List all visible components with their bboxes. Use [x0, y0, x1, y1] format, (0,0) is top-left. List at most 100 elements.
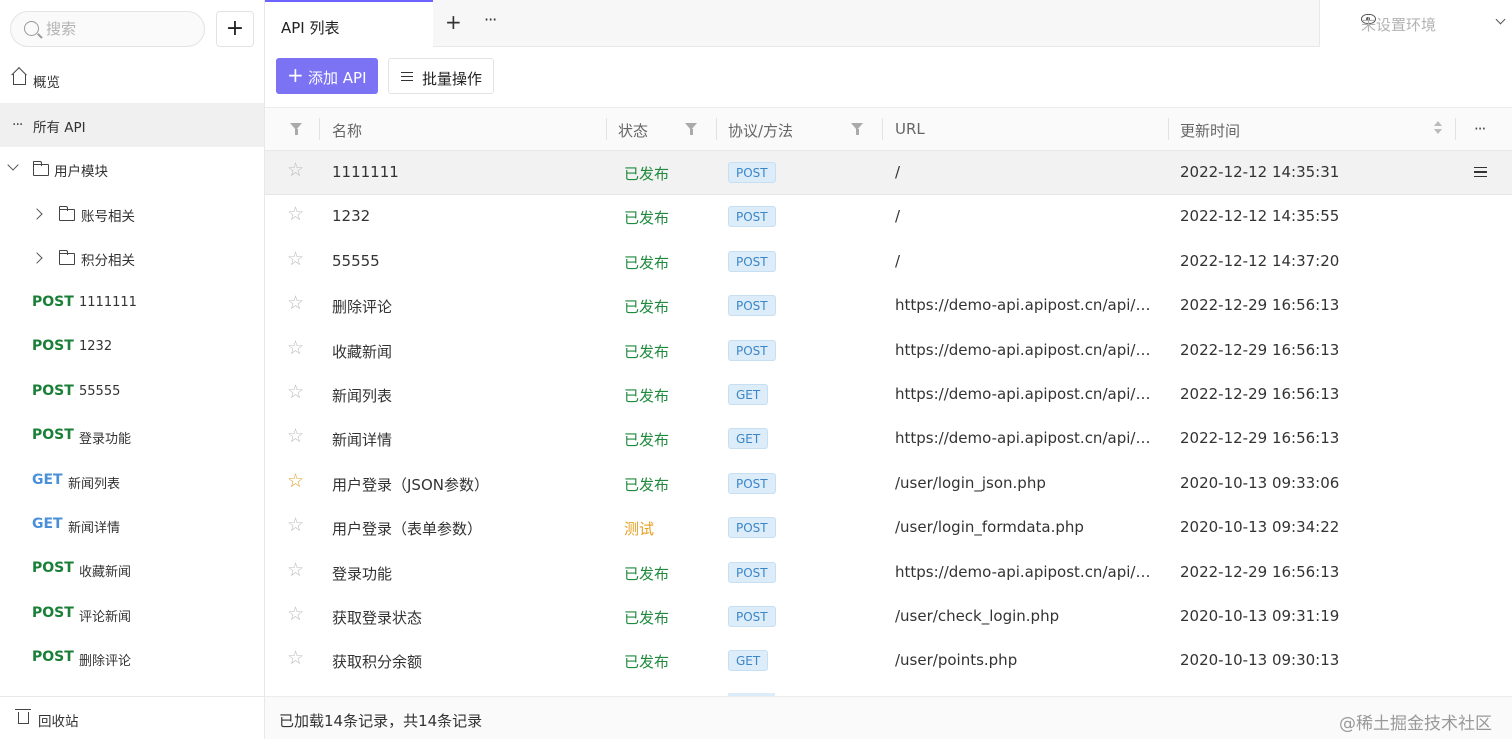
table-body: ☆ 1111111 已发布 POST / 2022-12-12 14:35:31 ☆ 1232… [265, 151, 1512, 696]
table-row[interactable]: ☆ 55555 已发布 POST / 2022-12-12 14:37:20 [265, 240, 1512, 284]
star-icon[interactable]: ☆ [287, 161, 304, 180]
table-row[interactable]: ☆ 新闻详情 已发布 GET https://demo-api.apipost.cn/a… [265, 417, 1512, 461]
method-tag: POST [728, 606, 776, 627]
api-method: POST [32, 560, 74, 577]
nav-overview[interactable]: 概览 [0, 58, 264, 102]
table-row[interactable]: ☆ 用户登录（表单参数） 测试 POST/user/login_formdata.ph… [265, 506, 1512, 550]
header-method[interactable]: 协议/方法 [728, 120, 793, 141]
api-name: 1111111 [79, 295, 137, 310]
column-divider [882, 118, 883, 140]
tree-folder-account[interactable]: 账号相关 [0, 192, 264, 236]
more-icon[interactable]: ··· [484, 10, 497, 29]
api-method: POST [32, 427, 74, 444]
header-updated[interactable]: 更新时间 [1180, 120, 1240, 141]
header-status[interactable]: 状态 [618, 120, 648, 141]
tree-folder-label: 积分相关 [81, 253, 135, 269]
add-item-button[interactable]: + [216, 11, 254, 47]
star-icon[interactable]: ☆ [287, 249, 304, 269]
table-row[interactable]: ☆ 新闻列表 已发布 GET https://demo-api.apipost.cn/a… [265, 373, 1512, 417]
table-row[interactable]: ☆ 收藏新闻 已发布 POST https://demo-api.apipost.cn/… [265, 329, 1512, 373]
search-input[interactable] [46, 18, 196, 40]
star-icon[interactable]: ☆ [287, 560, 304, 580]
table-row[interactable]: ☆ 1111111 已发布 POST / 2022-12-12 14:35:31 [265, 151, 1512, 196]
cell-name: 新闻列表 [332, 387, 393, 405]
star-icon[interactable]: ☆ [287, 649, 304, 668]
status-badge: 已发布 [624, 653, 670, 672]
sort-icon[interactable] [1434, 121, 1442, 137]
cell-url: /user/check_login.php [895, 607, 1060, 625]
nav-all-api[interactable]: ··· 所有 API [0, 103, 264, 147]
env-select[interactable]: 未设置环境 [1319, 0, 1512, 47]
sidebar-api-item[interactable]: POST 评论新闻 [0, 592, 264, 636]
star-icon[interactable]: ☆ [287, 383, 304, 402]
trash-icon [15, 709, 31, 724]
status-badge: 已发布 [624, 431, 670, 450]
star-icon[interactable]: ☆ [287, 605, 304, 624]
cell-name: 获取积分余额 [332, 653, 423, 672]
filter-icon[interactable] [851, 123, 863, 135]
star-icon[interactable]: ☆ [287, 427, 304, 446]
sidebar-api-item[interactable]: POST 55555 [0, 370, 264, 414]
api-name: 新闻详情 [68, 521, 121, 536]
trash-link[interactable]: 回收站 [0, 696, 264, 739]
column-divider [716, 118, 717, 140]
table-row[interactable]: ☆ 获取积分余额 已发布 GET/user/points.php 2020-10-13 … [265, 639, 1512, 683]
sidebar-api-item[interactable]: GET 新闻详情 [0, 503, 264, 547]
toolbar: + 添加 API 批量操作 [265, 47, 1512, 107]
add-api-button[interactable]: + 添加 API [276, 58, 378, 94]
cell-url: /user/points.php [895, 651, 1018, 670]
env-placeholder: 未设置环境 [1361, 16, 1437, 34]
sidebar-api-item[interactable]: POST 收藏新闻 [0, 547, 264, 591]
cell-updated-time: 2020-10-13 09:31:19 [1180, 607, 1340, 625]
tree-folder-points[interactable]: 积分相关 [0, 236, 264, 280]
folder-icon [58, 206, 75, 221]
cell-url: https://demo-api.apipost.cn/api/de... [895, 429, 1155, 448]
sidebar-api-item[interactable]: POST 1111111 [0, 281, 264, 325]
star-icon[interactable]: ☆ [287, 471, 304, 491]
header-url[interactable]: URL [895, 120, 925, 138]
filter-icon[interactable] [290, 123, 302, 135]
api-name: 收藏新闻 [79, 565, 132, 581]
menu-icon[interactable] [1474, 167, 1487, 177]
cell-updated-time: 2022-12-29 16:56:13 [1180, 296, 1340, 315]
star-icon[interactable]: ☆ [287, 205, 304, 224]
sidebar-api-item[interactable]: POST 删除评论 [0, 636, 264, 680]
status-badge: 已发布 [624, 253, 670, 272]
table-row[interactable]: ☆ 登录功能 已发布 POST https://demo-api.apipost.cn/… [265, 551, 1512, 595]
api-name: 1232 [79, 339, 113, 355]
method-tag: POST [728, 561, 776, 583]
header-name[interactable]: 名称 [332, 120, 362, 141]
cell-name: 收藏新闻 [332, 342, 393, 361]
more-icon[interactable]: ··· [1474, 120, 1486, 138]
batch-operation-button[interactable]: 批量操作 [388, 58, 494, 94]
cell-updated-time: 2022-12-12 14:37:20 [1180, 251, 1340, 270]
folder-icon [58, 250, 75, 265]
star-icon[interactable]: ☆ [287, 294, 304, 313]
sidebar-api-item[interactable]: POST 1232 [0, 325, 264, 369]
method-tag: POST [728, 250, 776, 272]
api-name: 评论新闻 [79, 609, 132, 625]
tab-api-list[interactable]: API 列表 [265, 0, 433, 48]
table-row[interactable]: ☆ 删除评论 已发布 POST https://demo-api.apipost.cn/… [265, 284, 1512, 328]
main-area: API 列表 + ··· 未设置环境 + 添加 API 批量操作 名称 状态 协… [265, 0, 1512, 739]
table-row[interactable]: ☆ 用户登录（JSON参数） 已发布 POST/user/login_json.php… [265, 462, 1512, 506]
sidebar-api-item[interactable]: POST 登录功能 [0, 414, 264, 458]
tree-module-user[interactable]: 用户模块 [0, 147, 264, 191]
star-icon[interactable]: ☆ [287, 338, 304, 358]
search-box[interactable] [10, 11, 205, 47]
cell-url: https://demo-api.apipost.cn/api/de... [895, 296, 1155, 315]
api-method: GET [32, 516, 63, 532]
plus-icon[interactable]: + [445, 10, 462, 34]
cell-name: 新闻详情 [332, 431, 393, 450]
table-row[interactable]: ☆ 获取登录状态 已发布 POST/user/check_login.php 2020-… [265, 595, 1512, 639]
cell-updated-time: 2022-12-29 16:56:13 [1180, 340, 1340, 359]
method-tag: POST [728, 339, 776, 361]
method-tag: POST [728, 162, 776, 183]
chevron-down-icon [1495, 14, 1506, 25]
sidebar-api-item[interactable]: GET 新闻列表 [0, 459, 264, 503]
filter-icon[interactable] [685, 123, 697, 135]
status-badge: 测试 [624, 520, 655, 539]
nav-overview-label: 概览 [33, 75, 60, 91]
star-icon[interactable]: ☆ [287, 516, 304, 535]
table-row[interactable]: ☆ 1232 已发布 POST / 2022-12-12 14:35:55 [265, 195, 1512, 239]
